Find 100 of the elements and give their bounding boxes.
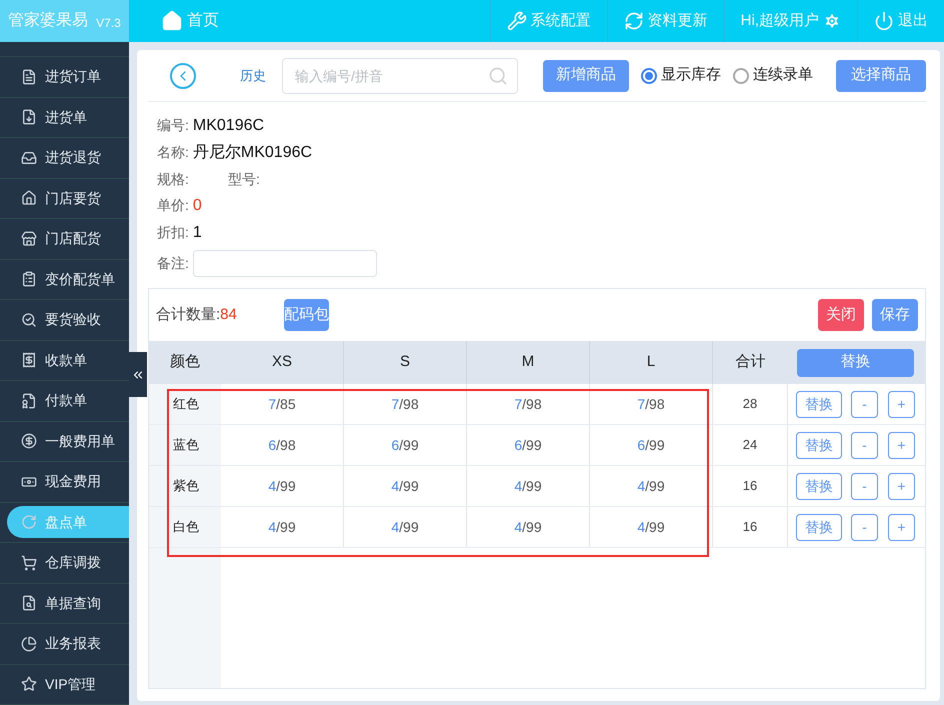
- sidebar-item[interactable]: 收款单: [0, 344, 129, 376]
- add-product-button[interactable]: 新增商品: [543, 60, 629, 92]
- total-cell: 16: [713, 466, 788, 506]
- color-cell-text: 红色: [172, 395, 200, 414]
- quantity-cell: 7/98: [344, 384, 467, 424]
- search-icon: [488, 66, 508, 86]
- total-cell: 24: [713, 425, 788, 465]
- field-label: 型号:: [228, 170, 260, 188]
- power-icon: [874, 11, 894, 31]
- quantity-cell: 6/98: [221, 425, 344, 465]
- replace-button[interactable]: 替换: [796, 390, 842, 418]
- tools-icon: [506, 11, 527, 31]
- column-header: M: [467, 341, 590, 384]
- magnifier-icon: [21, 312, 37, 328]
- collapse-button[interactable]: [129, 352, 147, 397]
- refresh-icon: [624, 11, 644, 31]
- total-cell: 28: [713, 384, 788, 424]
- cart-icon: [21, 554, 37, 571]
- column-header: 合计: [734, 352, 766, 372]
- quantity-cell: 7/98: [590, 384, 713, 424]
- minus-button[interactable]: -: [851, 472, 878, 500]
- field-value: MK0196C: [192, 116, 264, 136]
- star-icon: [21, 676, 37, 692]
- history-link[interactable]: 历史: [240, 66, 266, 86]
- tray-icon: [21, 150, 37, 166]
- quantity-cell: 4/99: [590, 507, 713, 547]
- sidebar-item[interactable]: 进货单: [0, 101, 129, 134]
- sidebar-item[interactable]: VIP管理: [0, 668, 129, 700]
- search-icon: [21, 595, 37, 612]
- app-version: V7.3: [96, 15, 121, 32]
- field-label: 折扣:: [157, 223, 189, 242]
- logout-button[interactable]: 退出: [857, 0, 944, 42]
- quantity-cell: 4/99: [221, 507, 344, 547]
- sidebar-item[interactable]: 现金费用: [0, 466, 129, 498]
- plus-button[interactable]: +: [888, 390, 915, 418]
- sidebar-item[interactable]: 盘点单: [7, 506, 129, 538]
- color-cell-text: 白色: [172, 518, 200, 536]
- color-cell-text: 蓝色: [172, 436, 200, 454]
- sidebar-item[interactable]: 门店要货: [0, 182, 129, 214]
- replace-button[interactable]: 替换: [796, 514, 842, 540]
- color-cell-text: 紫色: [172, 477, 200, 496]
- plus-button[interactable]: +: [888, 514, 915, 540]
- replace-button[interactable]: 替换: [796, 472, 842, 500]
- quantity-cell: 7/85: [221, 384, 344, 424]
- document-icon: [21, 392, 37, 409]
- column-header: 颜色: [169, 352, 201, 372]
- home-button[interactable]: 首页: [129, 0, 251, 42]
- total-cell: 16: [713, 507, 788, 547]
- clipboard-icon: [21, 271, 37, 288]
- radio-option[interactable]: 连续录单: [733, 64, 813, 87]
- minus-button[interactable]: -: [851, 432, 878, 458]
- search-field[interactable]: 输入编号/拼音: [282, 58, 518, 94]
- app-name: 管家婆果易: [8, 10, 88, 31]
- sidebar-item[interactable]: 仓库调拨: [0, 546, 129, 579]
- coin-icon: [21, 433, 37, 450]
- user-menu[interactable]: Hi,超级用户: [724, 0, 857, 42]
- note-field[interactable]: [192, 250, 377, 276]
- sidebar-item[interactable]: 要货验收: [0, 304, 129, 336]
- sidebar-item[interactable]: 进货退货: [0, 142, 129, 174]
- store-icon: [21, 230, 37, 247]
- quantity-cell: 4/99: [467, 507, 590, 547]
- back-button[interactable]: [170, 62, 196, 88]
- minus-button[interactable]: -: [851, 390, 878, 418]
- quantity-cell: 4/99: [467, 466, 590, 506]
- quantity-cell: 4/99: [344, 466, 467, 506]
- minus-button[interactable]: -: [851, 514, 878, 540]
- sidebar-item[interactable]: 付款单: [0, 384, 129, 417]
- sidebar-item[interactable]: 进货订单: [0, 60, 129, 93]
- radio-option[interactable]: 显示库存: [641, 64, 721, 87]
- total-quantity-value: 84: [220, 304, 237, 325]
- document-icon: [21, 109, 37, 126]
- price-value: 0: [192, 196, 202, 216]
- sidebar-item[interactable]: 业务报表: [0, 628, 129, 660]
- field-label: 编号:: [157, 116, 189, 135]
- quantity-cell: 6/99: [344, 425, 467, 465]
- replace-all-button[interactable]: 替换: [797, 348, 914, 376]
- column-header: XS: [221, 341, 344, 384]
- select-product-button[interactable]: 选择商品: [836, 60, 926, 92]
- pie-chart-icon: [21, 636, 37, 652]
- plus-button[interactable]: +: [888, 472, 915, 500]
- replace-button[interactable]: 替换: [796, 432, 842, 458]
- house-icon: [21, 190, 37, 206]
- save-button[interactable]: 保存: [872, 299, 918, 331]
- tools-button[interactable]: 系统配置: [490, 0, 607, 42]
- close-button[interactable]: 关闭: [818, 299, 864, 331]
- field-label: 名称:: [157, 143, 189, 162]
- quantity-cell: 4/99: [344, 507, 467, 547]
- sidebar-item[interactable]: 门店配货: [0, 222, 129, 255]
- plus-button[interactable]: +: [888, 432, 915, 458]
- column-header: S: [344, 341, 467, 384]
- sidebar-item[interactable]: 一般费用单: [0, 425, 129, 458]
- field-label: 单价:: [157, 196, 189, 215]
- settings-icon: [823, 12, 841, 30]
- quantity-cell: 6/99: [590, 425, 713, 465]
- sidebar-item[interactable]: 单据查询: [0, 587, 129, 620]
- sidebar-item[interactable]: 变价配货单: [0, 263, 129, 296]
- quantity-cell: 4/99: [221, 466, 344, 506]
- refresh-button[interactable]: 资料更新: [606, 0, 724, 42]
- size-pack-button[interactable]: 配码包: [284, 299, 329, 331]
- cycle-icon: [21, 514, 37, 530]
